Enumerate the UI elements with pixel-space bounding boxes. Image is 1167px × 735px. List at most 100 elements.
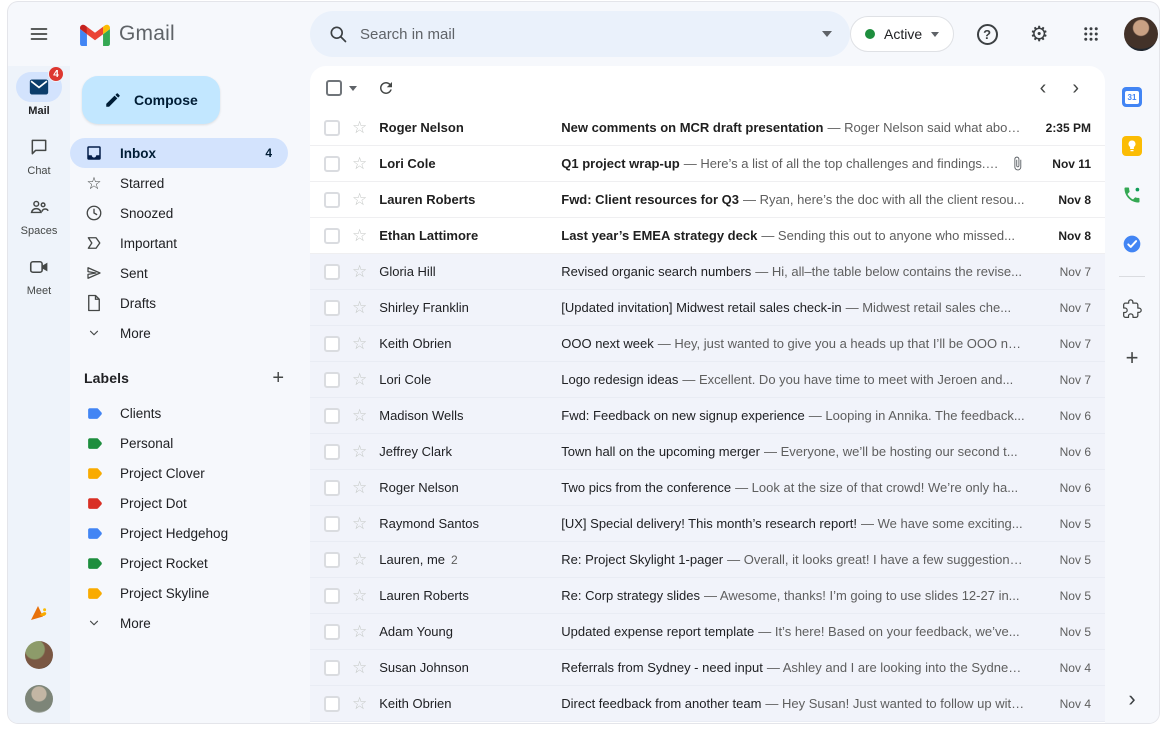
star-icon[interactable]: ☆ — [352, 479, 367, 496]
sidebar-item-sent[interactable]: Sent — [70, 258, 288, 288]
email-row[interactable]: ☆ Lauren Roberts Re: Corp strategy slide… — [310, 578, 1105, 614]
email-row[interactable]: ☆ Adam Young Updated expense report temp… — [310, 614, 1105, 650]
sidebar-item-more[interactable]: More — [70, 318, 288, 348]
sidebar-label-item[interactable]: Project Clover — [70, 458, 288, 488]
side-panel-expand-button[interactable]: › — [1128, 686, 1135, 711]
next-page-button[interactable]: › — [1072, 78, 1079, 98]
email-checkbox[interactable] — [324, 479, 340, 496]
star-icon[interactable]: ☆ — [352, 335, 367, 352]
email-row[interactable]: ☆ Raymond Santos [UX] Special delivery! … — [310, 506, 1105, 542]
star-icon[interactable]: ☆ — [352, 263, 367, 280]
voice-button[interactable] — [1121, 184, 1143, 206]
email-checkbox[interactable] — [324, 443, 340, 460]
email-checkbox[interactable] — [324, 119, 340, 136]
sidebar-label-item[interactable]: Project Dot — [70, 488, 288, 518]
calendar-button[interactable]: 31 — [1121, 86, 1143, 108]
star-icon[interactable]: ☆ — [352, 155, 367, 172]
email-date: Nov 4 — [1059, 660, 1091, 675]
status-selector[interactable]: Active — [850, 16, 955, 52]
email-row[interactable]: ☆ Lori Cole Logo redesign ideas — Excelle… — [310, 362, 1105, 398]
star-icon[interactable]: ☆ — [352, 407, 367, 424]
star-icon[interactable]: ☆ — [352, 119, 367, 136]
email-checkbox[interactable] — [324, 407, 340, 424]
email-checkbox[interactable] — [324, 227, 340, 244]
email-subject-snippet: Re: Project Skylight 1-pager — Overall, i… — [561, 552, 1025, 567]
email-row[interactable]: ☆ Lauren, me 2 Re: Project Skylight 1-pa… — [310, 542, 1105, 578]
settings-button[interactable]: ⚙ — [1020, 15, 1058, 53]
email-checkbox[interactable] — [324, 695, 340, 712]
help-button[interactable]: ? — [968, 15, 1006, 53]
compose-button[interactable]: Compose — [82, 76, 220, 124]
select-all-checkbox[interactable] — [326, 80, 342, 96]
google-apps-button[interactable] — [1072, 15, 1110, 53]
email-row[interactable]: ☆ Roger Nelson Two pics from the confere… — [310, 470, 1105, 506]
email-row[interactable]: ☆ Keith Obrien Direct feedback from anot… — [310, 686, 1105, 722]
rail-item-meet[interactable]: Meet — [8, 252, 70, 297]
create-label-button[interactable]: + — [272, 368, 284, 388]
star-icon[interactable]: ☆ — [352, 587, 367, 604]
contact-avatar[interactable] — [25, 685, 53, 713]
email-row[interactable]: ☆ Keith Obrien OOO next week — Hey, just … — [310, 326, 1105, 362]
tasks-button[interactable] — [1121, 233, 1143, 255]
keep-button[interactable] — [1121, 135, 1143, 157]
main-menu-button[interactable] — [19, 14, 59, 54]
company-logo[interactable] — [27, 601, 51, 625]
email-checkbox[interactable] — [324, 155, 340, 172]
select-options-icon[interactable] — [349, 85, 357, 91]
email-subject: Town hall on the upcoming merger — [561, 444, 760, 459]
sidebar-item-important[interactable]: Important — [70, 228, 288, 258]
email-checkbox[interactable] — [324, 335, 340, 352]
prev-page-button[interactable]: ‹ — [1040, 78, 1047, 98]
email-row[interactable]: ☆ Lori Cole Q1 project wrap-up — Here’s a… — [310, 146, 1105, 182]
star-icon[interactable]: ☆ — [352, 299, 367, 316]
email-checkbox[interactable] — [324, 587, 340, 604]
star-icon[interactable]: ☆ — [352, 443, 367, 460]
star-icon[interactable]: ☆ — [352, 659, 367, 676]
sidebar-item-inbox[interactable]: Inbox 4 — [70, 138, 288, 168]
email-checkbox[interactable] — [324, 263, 340, 280]
star-icon[interactable]: ☆ — [352, 551, 367, 568]
email-row[interactable]: ☆ Madison Wells Fwd: Feedback on new sig… — [310, 398, 1105, 434]
email-row[interactable]: ☆ Shirley Franklin [Updated invitation] … — [310, 290, 1105, 326]
email-checkbox[interactable] — [324, 191, 340, 208]
search-bar[interactable] — [310, 11, 850, 57]
profile-avatar[interactable] — [1124, 17, 1159, 51]
email-checkbox[interactable] — [324, 623, 340, 640]
star-icon[interactable]: ☆ — [352, 371, 367, 388]
sidebar-item-snoozed[interactable]: Snoozed — [70, 198, 288, 228]
get-addons-button[interactable] — [1121, 298, 1143, 320]
star-icon[interactable]: ☆ — [352, 623, 367, 640]
star-icon[interactable]: ☆ — [352, 515, 367, 532]
sidebar-label-item[interactable]: Project Hedgehog — [70, 518, 288, 548]
email-checkbox[interactable] — [324, 551, 340, 568]
email-checkbox[interactable] — [324, 371, 340, 388]
rail-item-mail[interactable]: 4 Mail — [8, 66, 70, 117]
sidebar-label-item[interactable]: Project Rocket — [70, 548, 288, 578]
email-checkbox[interactable] — [324, 515, 340, 532]
star-icon[interactable]: ☆ — [352, 191, 367, 208]
refresh-button[interactable] — [377, 79, 395, 97]
sidebar-item-starred[interactable]: ☆ Starred — [70, 168, 288, 198]
sidebar-labels-more[interactable]: More — [70, 608, 288, 638]
rail-item-spaces[interactable]: Spaces — [8, 192, 70, 237]
sidebar-item-drafts[interactable]: Drafts — [70, 288, 288, 318]
email-row[interactable]: ☆ Jeffrey Clark Town hall on the upcomin… — [310, 434, 1105, 470]
search-options-icon[interactable] — [822, 31, 832, 37]
email-row[interactable]: ☆ Gloria Hill Revised organic search num… — [310, 254, 1105, 290]
email-row[interactable]: ☆ Susan Johnson Referrals from Sydney - … — [310, 650, 1105, 686]
email-checkbox[interactable] — [324, 299, 340, 316]
rail-item-chat[interactable]: Chat — [8, 132, 70, 177]
star-icon[interactable]: ☆ — [352, 227, 367, 244]
add-side-panel-app-button[interactable]: + — [1126, 347, 1139, 369]
sidebar-label-item[interactable]: Clients — [70, 398, 288, 428]
search-input[interactable] — [360, 25, 810, 43]
email-row[interactable]: ☆ Ethan Lattimore Last year’s EMEA strat… — [310, 218, 1105, 254]
email-row[interactable]: ☆ Roger Nelson New comments on MCR draft… — [310, 110, 1105, 146]
sidebar-label-item[interactable]: Project Skyline — [70, 578, 288, 608]
email-checkbox[interactable] — [324, 659, 340, 676]
star-icon[interactable]: ☆ — [352, 695, 367, 712]
sidebar-label-item[interactable]: Personal — [70, 428, 288, 458]
email-date: Nov 7 — [1059, 372, 1091, 387]
contact-avatar[interactable] — [25, 641, 53, 669]
email-row[interactable]: ☆ Lauren Roberts Fwd: Client resources f… — [310, 182, 1105, 218]
